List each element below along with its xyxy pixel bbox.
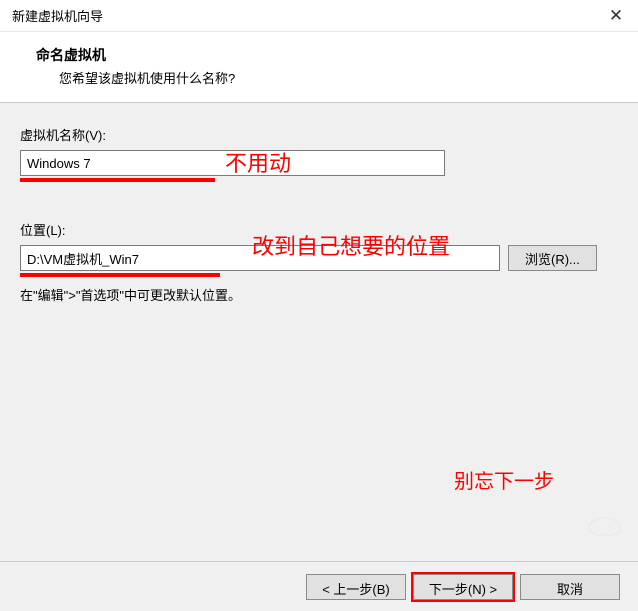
- annotation-text-2: 改到自己想要的位置: [252, 229, 450, 261]
- annotation-text-3: 别忘下一步: [454, 465, 554, 494]
- back-button[interactable]: < 上一步(B): [306, 574, 406, 600]
- annotation-underline-2: [20, 273, 220, 277]
- default-location-hint: 在"编辑">"首选项"中可更改默认位置。: [20, 285, 618, 304]
- next-button[interactable]: 下一步(N) >: [413, 574, 513, 600]
- wizard-content: 虚拟机名称(V): 不用动 位置(L): 浏览(R)... 改到自己想要的位置 …: [0, 103, 638, 583]
- vm-name-label: 虚拟机名称(V):: [20, 125, 618, 144]
- window-title: 新建虚拟机向导: [12, 6, 103, 25]
- close-icon: ✕: [609, 6, 623, 26]
- browse-button[interactable]: 浏览(R)...: [508, 245, 597, 271]
- wizard-header: 命名虚拟机 您希望该虚拟机使用什么名称?: [0, 32, 638, 103]
- wizard-footer: < 上一步(B) 下一步(N) > 取消: [0, 561, 638, 611]
- titlebar: 新建虚拟机向导 ✕: [0, 0, 638, 32]
- watermark: [586, 514, 628, 545]
- close-button[interactable]: ✕: [594, 0, 638, 32]
- wizard-header-title: 命名虚拟机: [24, 45, 614, 65]
- annotation-text-1: 不用动: [225, 146, 291, 178]
- wizard-header-subtitle: 您希望该虚拟机使用什么名称?: [24, 68, 614, 87]
- cancel-button[interactable]: 取消: [520, 574, 620, 600]
